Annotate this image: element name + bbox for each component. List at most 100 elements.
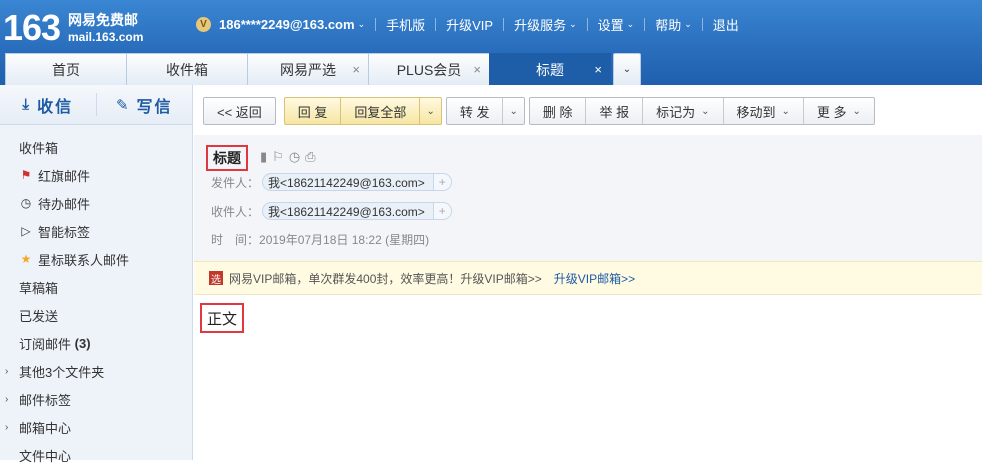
tab-yanxuan[interactable]: 网易严选 × bbox=[247, 53, 369, 85]
time-value: 2019年07月18日 18:22 (星期四) bbox=[259, 233, 430, 247]
chevron-down-icon: ⌄ bbox=[569, 18, 577, 29]
close-icon[interactable]: × bbox=[352, 62, 360, 77]
reply-dropdown[interactable]: ⌄ bbox=[419, 98, 440, 124]
mark-as-button[interactable]: 标记为 ⌄ bbox=[642, 98, 722, 124]
top-nav: V 186****2249@163.com ⌄ 手机版 升级VIP 升级服务 ⌄ 设… bbox=[196, 15, 739, 33]
forward-button[interactable]: 转 发 bbox=[447, 98, 503, 124]
tab-current-mail[interactable]: 标题 × bbox=[489, 53, 611, 85]
nav-settings[interactable]: 设置 ⌄ bbox=[598, 15, 635, 34]
logo-163[interactable]: 163 bbox=[3, 6, 61, 50]
promo-text[interactable]: 网易VIP邮箱，单次群发400封，效率更高！升级VIP邮箱>> bbox=[229, 270, 542, 287]
more-label: 更 多 bbox=[816, 104, 847, 120]
sidebar-item-mailbox-center[interactable]: › 邮箱中心 bbox=[0, 413, 192, 441]
recipient-value: 我<18621142249@163.com> bbox=[268, 204, 425, 219]
flag-icon[interactable]: ⚐ bbox=[272, 149, 284, 165]
sidebar-item-label: 收件箱 bbox=[19, 140, 59, 156]
clock-icon[interactable]: ◷ bbox=[289, 149, 300, 165]
tab-inbox[interactable]: 收件箱 bbox=[126, 53, 248, 85]
close-icon[interactable]: × bbox=[473, 62, 481, 77]
mail-toolbar: << 返回 回 复 回复全部 ⌄ 转 发 ⌄ 删 除 举 报 标记为 ⌄ 移动到 ⌄… bbox=[203, 97, 875, 126]
add-contact-icon[interactable]: + bbox=[432, 174, 451, 190]
mail-body: 正文 bbox=[200, 303, 245, 333]
mail-header: 标题 ▮ ⚐ ◷ ⎙ 发件人： 我<18621142249@163.com> + … bbox=[194, 135, 982, 261]
sidebar-item-mail-tags[interactable]: › 邮件标签 bbox=[0, 385, 192, 413]
receive-label: 收信 bbox=[37, 98, 74, 116]
sidebar-item-drafts[interactable]: 草稿箱 bbox=[0, 273, 192, 301]
sidebar-item-label: 智能标签 bbox=[38, 224, 91, 240]
sidebar-item-label: 星标联系人邮件 bbox=[38, 252, 130, 268]
divider bbox=[435, 17, 437, 31]
back-button[interactable]: << 返回 bbox=[203, 97, 276, 125]
back-label: << 返回 bbox=[217, 104, 262, 120]
account-menu[interactable]: 186****2249@163.com ⌄ bbox=[219, 17, 365, 32]
delete-button[interactable]: 删 除 bbox=[530, 98, 586, 124]
bookmark-icon[interactable]: ▮ bbox=[260, 149, 267, 165]
tab-home[interactable]: 首页 bbox=[5, 53, 127, 85]
compose-button[interactable]: ✎ 写信 bbox=[97, 85, 193, 124]
move-to-button[interactable]: 移动到 ⌄ bbox=[722, 98, 803, 124]
chevron-down-icon: ⌄ bbox=[357, 18, 366, 29]
sender-value: 我<18621142249@163.com> bbox=[268, 175, 425, 190]
sidebar-item-subscriptions[interactable]: 订阅邮件 (3) bbox=[0, 329, 192, 357]
tab-label: 收件箱 bbox=[166, 61, 208, 78]
sidebar-item-label: 草稿箱 bbox=[19, 280, 59, 296]
sidebar-item-starred-contacts[interactable]: ★ 星标联系人邮件 bbox=[0, 245, 192, 273]
chevron-right-icon: › bbox=[5, 421, 9, 433]
move-to-label: 移动到 bbox=[736, 104, 776, 120]
reply-button[interactable]: 回 复 bbox=[285, 98, 341, 124]
receive-button[interactable]: ⤓ 收信 bbox=[0, 85, 96, 124]
sidebar-item-label: 文件中心 bbox=[19, 448, 72, 464]
logo-title: 网易免费邮 bbox=[68, 12, 138, 28]
sidebar-item-inbox[interactable]: 收件箱 bbox=[0, 133, 192, 161]
more-button[interactable]: 更 多 ⌄ bbox=[802, 98, 874, 124]
sidebar-item-sent[interactable]: 已发送 bbox=[0, 301, 192, 329]
nav-settings-label: 设置 bbox=[597, 17, 624, 33]
reply-all-button[interactable]: 回复全部 bbox=[340, 98, 419, 124]
reply-group: 回 复 回复全部 ⌄ bbox=[283, 97, 442, 125]
chevron-down-icon: ⌄ bbox=[622, 64, 632, 75]
top-header: 163 网易免费邮 mail.163.com V 186****2249@163… bbox=[0, 0, 982, 85]
sidebar-item-other-folders[interactable]: › 其他3个文件夹 bbox=[0, 357, 192, 385]
sidebar-item-label: 红旗邮件 bbox=[38, 168, 91, 184]
upgrade-vip-link[interactable]: 升级VIP邮箱>> bbox=[554, 270, 635, 287]
add-contact-icon[interactable]: + bbox=[432, 203, 451, 219]
nav-help-label: 帮助 bbox=[655, 17, 682, 33]
recipient-chip[interactable]: 我<18621142249@163.com> + bbox=[262, 202, 452, 220]
nav-upgrade-vip[interactable]: 升级VIP bbox=[446, 15, 493, 34]
tab-label: PLUS会员 bbox=[396, 61, 462, 78]
sidebar-item-smart-tags[interactable]: ▷ 智能标签 bbox=[0, 217, 192, 245]
tab-plus[interactable]: PLUS会员 × bbox=[368, 53, 490, 85]
nav-logout[interactable]: 退出 bbox=[713, 15, 739, 34]
close-icon[interactable]: × bbox=[594, 62, 602, 77]
divider bbox=[701, 17, 703, 31]
report-button[interactable]: 举 报 bbox=[585, 98, 642, 124]
compose-bar: ⤓ 收信 ✎ 写信 bbox=[0, 85, 192, 125]
compose-label: 写信 bbox=[136, 98, 173, 116]
forward-dropdown[interactable]: ⌄ bbox=[502, 98, 523, 124]
yanxuan-badge-icon: 选 bbox=[209, 271, 223, 286]
vip-badge-icon[interactable]: V bbox=[196, 16, 211, 32]
chevron-down-icon: ⌄ bbox=[626, 18, 635, 29]
nav-help[interactable]: 帮助 ⌄ bbox=[655, 15, 692, 34]
nav-upgrade-service[interactable]: 升级服务 ⌄ bbox=[514, 15, 577, 34]
sidebar-item-file-center[interactable]: 文件中心 bbox=[0, 441, 192, 469]
print-icon[interactable]: ⎙ bbox=[305, 149, 315, 165]
sidebar-item-label: 待办邮件 bbox=[38, 196, 91, 212]
sender-chip[interactable]: 我<18621142249@163.com> + bbox=[262, 173, 452, 191]
to-label: 收件人： bbox=[211, 204, 260, 219]
tag-icon: ▷ bbox=[21, 224, 31, 238]
time-label: 时 间： bbox=[211, 233, 260, 247]
sidebar-item-red-flag[interactable]: ⚑ 红旗邮件 bbox=[0, 161, 192, 189]
vip-promo-bar: 选 网易VIP邮箱，单次群发400封，效率更高！升级VIP邮箱>> 升级VIP邮… bbox=[194, 261, 982, 295]
mail-subject: 标题 bbox=[206, 145, 248, 171]
sidebar-item-label: 邮箱中心 bbox=[19, 420, 72, 436]
nav-mobile[interactable]: 手机版 bbox=[386, 15, 425, 34]
time-row: 时 间： 2019年07月18日 18:22 (星期四) bbox=[211, 231, 429, 248]
tab-more-button[interactable]: ⌄ bbox=[613, 53, 641, 85]
edit-icon: ✎ bbox=[115, 96, 131, 114]
subject-actions: ▮ ⚐ ◷ ⎙ bbox=[260, 149, 316, 165]
unread-count: (3) bbox=[74, 335, 91, 351]
from-row: 发件人： 我<18621142249@163.com> + bbox=[211, 173, 452, 191]
sidebar-item-todo[interactable]: ◷ 待办邮件 bbox=[0, 189, 192, 217]
